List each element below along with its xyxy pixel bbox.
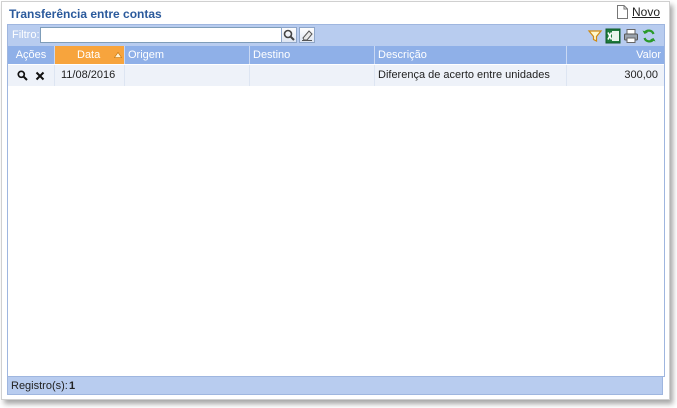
print-icon[interactable] — [623, 28, 639, 44]
filter-input[interactable] — [40, 27, 284, 43]
search-icon — [283, 29, 295, 41]
cell-data: 11/08/2016 — [55, 65, 125, 86]
delete-icon[interactable] — [35, 71, 45, 81]
column-header-data-label: Data — [77, 49, 101, 61]
new-button[interactable]: Novo — [616, 5, 660, 19]
new-document-icon — [616, 5, 628, 19]
view-icon[interactable] — [17, 70, 28, 81]
record-count-label: Registro(s): — [11, 380, 68, 392]
cell-valor: 300,00 — [624, 69, 658, 81]
column-header-origem[interactable]: Origem — [125, 46, 250, 64]
clear-filter-button[interactable] — [299, 27, 315, 43]
column-header-descricao[interactable]: Descrição — [375, 46, 567, 64]
new-button-label: Novo — [631, 5, 660, 19]
excel-icon[interactable] — [605, 28, 621, 44]
column-header-destino[interactable]: Destino — [250, 46, 375, 64]
record-count-value: 1 — [69, 380, 76, 392]
page-title: Transferência entre contas — [9, 7, 162, 21]
filter-label: Filtro: — [12, 29, 40, 41]
search-button[interactable] — [281, 27, 297, 43]
transfer-panel: Transferência entre contas Novo Filtro: — [1, 1, 670, 400]
clear-icon — [302, 30, 313, 41]
table-row[interactable]: 11/08/2016 Diferença de acerto entre uni… — [8, 65, 664, 86]
refresh-icon[interactable] — [641, 28, 657, 44]
column-header-acoes[interactable]: Ações — [8, 46, 55, 64]
grid-header: Ações Data Origem Destino Descrição Valo… — [8, 46, 664, 64]
cell-destino — [250, 65, 375, 86]
filter-toolbar: Filtro: — [7, 24, 665, 48]
filter-icon[interactable] — [587, 28, 603, 44]
row-actions — [8, 65, 55, 86]
column-header-valor[interactable]: Valor — [567, 46, 664, 64]
sort-ascending-icon — [114, 52, 122, 58]
cell-origem — [125, 65, 250, 86]
transfers-grid: Ações Data Origem Destino Descrição Valo… — [7, 46, 665, 377]
cell-descricao: Diferença de acerto entre unidades — [375, 65, 567, 86]
column-header-data[interactable]: Data — [55, 46, 125, 64]
grid-footer: Registro(s): 1 — [7, 376, 663, 395]
